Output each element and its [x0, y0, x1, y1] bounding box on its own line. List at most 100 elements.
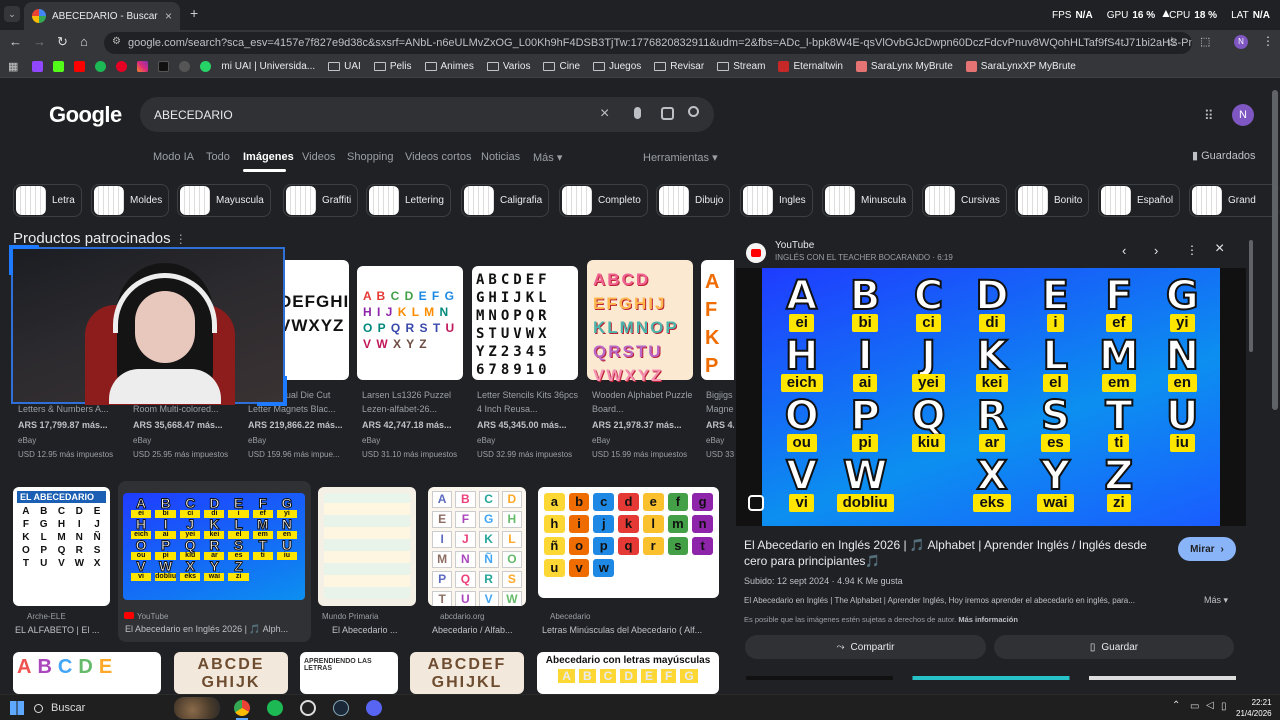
chip-dibujo[interactable]: Dibujo: [656, 184, 731, 217]
hedgehog-widget-icon[interactable]: [174, 697, 220, 719]
chip-mayuscula[interactable]: Mayuscula: [177, 184, 271, 217]
battery-icon[interactable]: ▯: [1221, 701, 1227, 712]
tab-videos[interactable]: Videos: [302, 151, 335, 163]
google-logo[interactable]: Google: [49, 102, 122, 128]
chrome-taskbar-icon[interactable]: [234, 700, 250, 716]
video-thumbnail[interactable]: Aei Bbi Cci Ddi Ei Fef Gyi Heich Iai Jyei Kkei Lel M…: [762, 268, 1220, 526]
bookmark-saralynxxp-mybrute[interactable]: SaraLynxXP MyBrute: [965, 61, 1076, 72]
result-card-3[interactable]: Mundo Primaria El Abecedario ...: [318, 487, 418, 639]
tools-button[interactable]: Herramientas ▾: [643, 151, 718, 164]
bookmark-folder-stream[interactable]: Stream: [717, 61, 765, 72]
profile-avatar[interactable]: N: [1234, 35, 1248, 49]
chip-letra[interactable]: Letra: [13, 184, 82, 217]
spotify-taskbar-icon[interactable]: [267, 700, 283, 716]
windows-start-icon[interactable]: [10, 701, 24, 715]
bookmark-eternaltwin[interactable]: Eternaltwin: [778, 61, 843, 72]
more-info-link[interactable]: Más información: [958, 615, 1018, 624]
instagram-bookmark-icon[interactable]: [137, 61, 149, 72]
next-icon[interactable]: ›: [1154, 243, 1158, 258]
result-card-1[interactable]: EL ABECEDARIO ABCDEFGHIJKLMNÑOPQRSTUVWX …: [13, 487, 111, 639]
bookmark-folder-varios[interactable]: Varios: [486, 61, 530, 72]
close-icon[interactable]: ×: [1215, 240, 1224, 258]
bookmark-folder-juegos[interactable]: Juegos: [593, 61, 641, 72]
search-input[interactable]: ABECEDARIO: [154, 108, 233, 122]
volume-icon[interactable]: ◁: [1206, 700, 1214, 711]
new-tab-icon[interactable]: +: [190, 5, 198, 21]
search-box[interactable]: ABECEDARIO ×: [140, 97, 714, 132]
result-card-10[interactable]: Abecedario con letras mayúsculas ABCDEFG: [537, 652, 719, 694]
result-card-9[interactable]: ABCDEF GHIJKL: [410, 652, 524, 694]
tab-videos-cortos[interactable]: Videos cortos: [405, 151, 471, 163]
result-card-2-selected[interactable]: Aei Bbi Cci Ddi Ei Fef Gyi Heich Iai Jyei Kkei Lel M…: [118, 481, 311, 642]
clear-icon[interactable]: ×: [600, 105, 609, 123]
bookmark-star-icon[interactable]: ☆: [1166, 34, 1178, 50]
product-card-4[interactable]: A B C D E F G H I J K L M N O P Q R S T …: [357, 260, 467, 465]
chip-caligrafia[interactable]: Caligrafia: [461, 184, 550, 217]
tab-active[interactable]: ABECEDARIO - Buscar con Goo... ×: [24, 2, 180, 30]
chip-completo[interactable]: Completo: [559, 184, 648, 217]
browser-menu-icon[interactable]: ⋮: [1262, 34, 1274, 48]
bookmark-folder-uai[interactable]: UAI: [328, 61, 361, 72]
search-icon[interactable]: [688, 106, 699, 117]
bookmark-folder-pelis[interactable]: Pelis: [373, 61, 412, 72]
product-card-6[interactable]: ABCD EFGHIJ KLMNOP QRSTU VWXYZ Wooden Al…: [587, 260, 697, 465]
previous-icon[interactable]: ‹: [1122, 243, 1126, 258]
bookmark-folder-animes[interactable]: Animes: [424, 61, 474, 72]
tab-mas[interactable]: Más ▾: [533, 151, 562, 164]
pinterest-bookmark-icon[interactable]: [116, 61, 128, 72]
youtube-bookmark-icon[interactable]: [74, 61, 86, 72]
reload-icon[interactable]: ↻: [57, 34, 68, 50]
home-icon[interactable]: ⌂: [80, 34, 88, 49]
chip-graffiti[interactable]: Graffiti: [283, 184, 359, 217]
tab-close-icon[interactable]: ×: [165, 9, 172, 23]
result-card-4[interactable]: ABCD EFGH IJKL MNÑO PQRS TUVW abcdario.org Ab…: [428, 487, 528, 639]
whatsapp-bookmark-icon[interactable]: [200, 61, 212, 72]
result-card-6[interactable]: ABCDE: [13, 652, 161, 694]
tray-chevron-icon[interactable]: ⌃: [1172, 700, 1180, 711]
saved-link[interactable]: ▮ Guardados: [1192, 149, 1256, 162]
kick-bookmark-icon[interactable]: [53, 61, 65, 72]
mic-icon[interactable]: [634, 107, 641, 119]
chip-moldes[interactable]: Moldes: [91, 184, 170, 217]
tab-imagenes[interactable]: Imágenes: [243, 151, 294, 163]
address-bar[interactable]: ⚙ google.com/search?sca_esv=4157e7f827e9…: [104, 32, 1192, 54]
network-icon[interactable]: ▭: [1190, 701, 1199, 712]
save-button[interactable]: ▯ Guardar: [994, 635, 1234, 659]
chip-cursivas[interactable]: Cursivas: [922, 184, 1007, 217]
bookmark-uai-portal[interactable]: mi UAI | Universida...: [221, 61, 315, 72]
chip-grand[interactable]: Grand: [1189, 184, 1280, 217]
share-button[interactable]: ⤳ Compartir: [745, 635, 986, 659]
twitch-bookmark-icon[interactable]: [32, 61, 44, 72]
panel-menu-icon[interactable]: ⋮: [1186, 243, 1198, 257]
tab-noticias[interactable]: Noticias: [481, 151, 520, 163]
chip-espanol[interactable]: Español: [1098, 184, 1181, 217]
panel-title[interactable]: El Abecedario en Inglés 2026 | 🎵 Alphabe…: [744, 537, 1164, 569]
chip-bonito[interactable]: Bonito: [1015, 184, 1090, 217]
chip-lettering[interactable]: Lettering: [366, 184, 451, 217]
clock[interactable]: 22:21 21/4/2026: [1236, 697, 1272, 719]
page-scrollbar[interactable]: [1272, 90, 1278, 410]
watch-button[interactable]: Mirar ›: [1178, 537, 1236, 561]
back-icon[interactable]: ←: [9, 34, 22, 49]
steam-taskbar-icon[interactable]: [333, 700, 349, 716]
lens-icon[interactable]: [661, 107, 674, 120]
google-apps-icon[interactable]: ⠿: [1204, 108, 1214, 124]
chip-minuscula[interactable]: Minuscula: [822, 184, 914, 217]
panel-scrollbar[interactable]: [1249, 240, 1253, 352]
obs-taskbar-icon[interactable]: [300, 700, 316, 716]
account-avatar[interactable]: N: [1232, 104, 1254, 126]
bookmark-folder-revisar[interactable]: Revisar: [654, 61, 704, 72]
product-card-5[interactable]: ABCDEF GHIJKL MNOPQR STUVWX YZ2345 67891…: [472, 260, 582, 465]
apps-grid-icon[interactable]: ▦: [8, 60, 18, 73]
extensions-icon[interactable]: ⬚: [1200, 35, 1210, 48]
tab-shopping[interactable]: Shopping: [347, 151, 394, 163]
more-link[interactable]: Más ▾: [1204, 595, 1228, 606]
result-card-5[interactable]: abcdefg hijklmn ñopqrst uvw Abecedario Letr…: [538, 487, 722, 639]
forward-icon[interactable]: →: [33, 34, 46, 49]
tab-modo-ia[interactable]: Modo IA: [153, 151, 194, 163]
site-info-icon[interactable]: ⚙: [112, 36, 121, 47]
bookmark-folder-cine[interactable]: Cine: [543, 61, 580, 72]
product-card-7[interactable]: AFKP Bigjigs Magne... ARS 4... eBay USD …: [701, 260, 734, 465]
tab-todo[interactable]: Todo: [206, 151, 230, 163]
chip-ingles[interactable]: Ingles: [740, 184, 813, 217]
